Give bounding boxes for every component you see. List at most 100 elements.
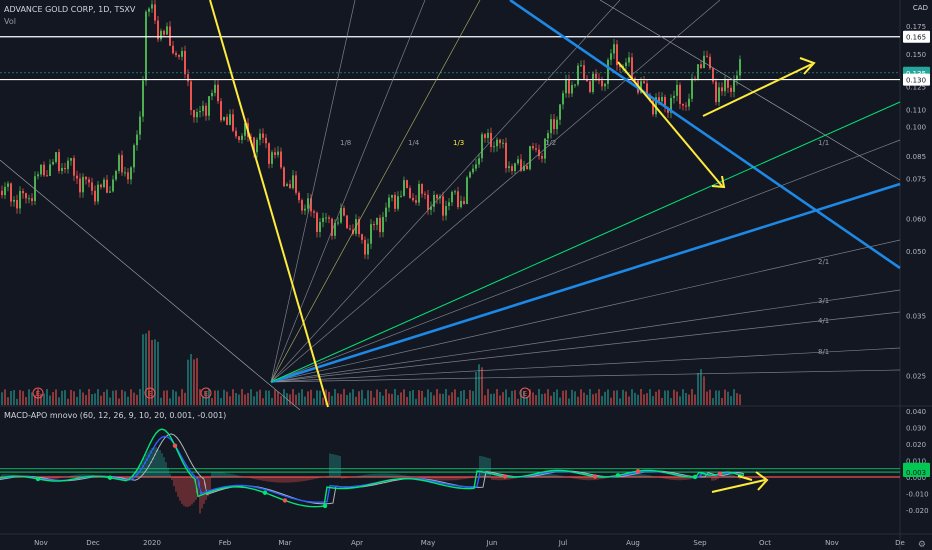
volume-label[interactable]: Vol: [4, 16, 135, 28]
volume-bar: [664, 390, 666, 405]
candle-body: [283, 167, 285, 187]
candle: [409, 185, 411, 199]
candle: [430, 201, 432, 216]
candle-body: [535, 148, 537, 150]
candle: [487, 128, 489, 143]
candle-body: [388, 197, 390, 208]
candle: [550, 114, 552, 139]
volume-bar: [373, 397, 375, 405]
volume-bar: [157, 341, 159, 405]
candle-body: [85, 176, 87, 180]
volume-bar: [397, 395, 399, 405]
candle: [415, 195, 417, 206]
macd-cross-dot: [635, 468, 641, 474]
gear-icon[interactable]: ⚙: [918, 540, 926, 550]
volume-bar: [262, 398, 264, 405]
macd-cross-dot: [322, 503, 328, 509]
candle-body: [514, 163, 516, 172]
candle: [184, 45, 186, 79]
candle: [82, 173, 84, 198]
price-chart[interactable]: 0.1750.1500.1250.1100.1000.0850.0750.060…: [0, 0, 932, 550]
yellow-arrow-line: [711, 479, 766, 493]
volume-bar: [385, 389, 387, 405]
volume-bar: [598, 389, 600, 405]
candle-body: [49, 164, 51, 176]
candle: [112, 175, 114, 193]
candle: [466, 175, 468, 205]
earnings-label: E: [148, 390, 152, 398]
yellow-trend-line: [617, 61, 723, 187]
candle-body: [1, 190, 3, 196]
candle-body: [28, 198, 30, 200]
candle: [280, 147, 282, 170]
candle-body: [691, 78, 693, 99]
volume-bar: [346, 394, 348, 405]
candle-body: [238, 136, 240, 140]
volume-bar: [364, 398, 366, 405]
candle-body: [112, 179, 114, 192]
candle-body: [595, 73, 597, 79]
volume-bar: [310, 389, 312, 405]
candle-body: [307, 198, 309, 209]
volume-bar: [409, 391, 411, 405]
macd-cross-dot: [692, 474, 698, 480]
volume-bar: [184, 392, 186, 405]
candle-body: [382, 216, 384, 233]
volume-bar: [166, 390, 168, 405]
candle: [739, 55, 741, 81]
candle: [700, 60, 702, 69]
candle: [673, 90, 675, 104]
gann-fan-line: [270, 0, 356, 383]
candle-body: [685, 105, 687, 107]
volume-bar: [469, 390, 471, 405]
candle-body: [187, 74, 189, 82]
volume-bar: [574, 391, 576, 405]
volume-bar: [445, 389, 447, 405]
fan-label: 1/8: [340, 139, 351, 147]
volume-bar: [343, 389, 345, 405]
candle: [577, 63, 579, 87]
candle-body: [721, 87, 723, 92]
candle-body: [214, 84, 216, 93]
candle: [541, 152, 543, 163]
volume-bar: [715, 390, 717, 405]
candle-body: [148, 8, 150, 12]
symbol-title[interactable]: ADVANCE GOLD CORP, 1D, TSXV: [4, 5, 135, 14]
candle: [52, 158, 54, 166]
candle: [511, 163, 513, 175]
candle: [88, 176, 90, 188]
volume-bar: [241, 389, 243, 405]
candle: [403, 176, 405, 197]
macd-cross-dot: [592, 474, 598, 479]
volume-bar: [736, 393, 738, 405]
volume-bar: [379, 392, 381, 405]
candle: [205, 102, 207, 121]
candle-body: [61, 167, 63, 171]
candle: [232, 109, 234, 133]
candle-body: [457, 191, 459, 208]
candle: [457, 186, 459, 210]
volume-bar: [247, 392, 249, 405]
candle: [454, 189, 456, 195]
volume-bar: [238, 394, 240, 405]
candle-body: [298, 192, 300, 201]
candle-body: [226, 116, 228, 125]
candle-body: [160, 30, 162, 40]
volume-bar: [637, 394, 639, 405]
candle: [733, 75, 735, 98]
candle: [292, 170, 294, 190]
candle-body: [262, 133, 264, 138]
volume-bar: [553, 391, 555, 405]
candle-body: [163, 30, 165, 35]
candle-body: [628, 57, 630, 63]
candle: [148, 7, 150, 17]
volume-bar: [4, 389, 6, 405]
macd-title[interactable]: MACD-APO mnovo (60, 12, 26, 9, 10, 20, 0…: [4, 411, 226, 420]
candle: [451, 190, 453, 206]
candle-body: [64, 167, 66, 170]
candle-body: [190, 81, 192, 111]
fan-label: 1/4: [408, 139, 420, 147]
volume-bar: [667, 390, 669, 405]
candle: [34, 171, 36, 205]
volume-bar: [613, 390, 615, 405]
